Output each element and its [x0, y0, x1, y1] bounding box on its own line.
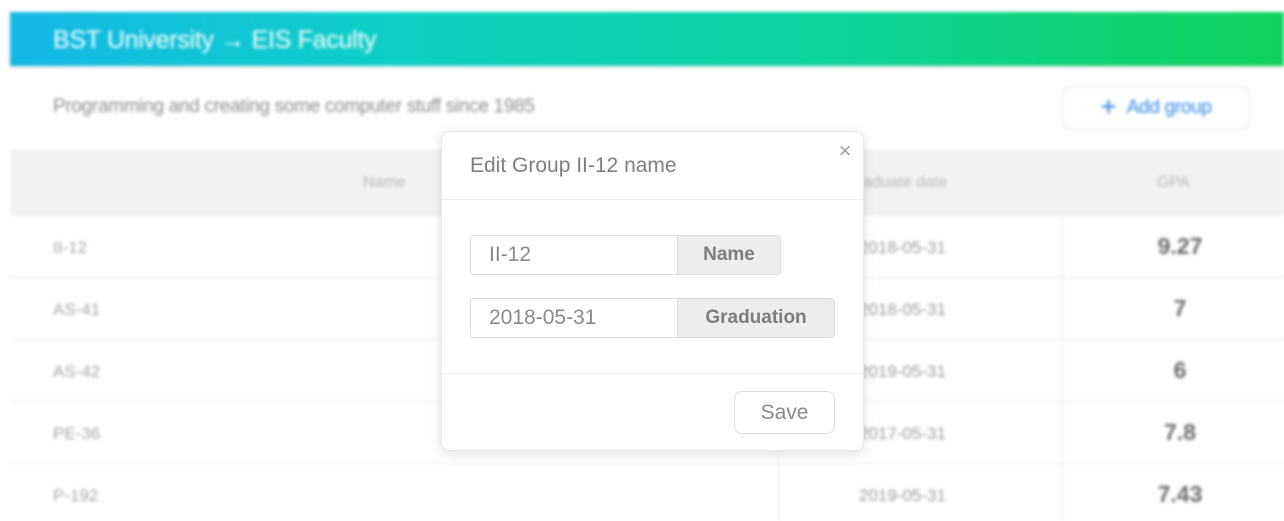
name-input-group: Name [470, 235, 781, 275]
graduation-date-input[interactable] [471, 299, 677, 337]
app-root: BST University → EIS Faculty Programming… [0, 0, 1284, 521]
column-divider [1062, 216, 1063, 521]
row-graduate-date: 2019-05-31 [859, 362, 946, 381]
edit-group-modal: Edit Group II-12 name × Name Graduation … [441, 131, 864, 451]
modal-footer-divider [442, 373, 863, 374]
graduation-addon-label: Graduation [677, 299, 834, 337]
header-title: BST University → EIS Faculty [53, 26, 377, 54]
table-row[interactable]: P-192 2019-05-31 7.43 [10, 464, 1284, 521]
row-gpa: 7 [1173, 295, 1187, 321]
add-group-button[interactable]: + Add group [1062, 86, 1250, 130]
save-button[interactable]: Save [734, 391, 835, 434]
row-gpa: 7.43 [1157, 481, 1203, 507]
close-icon[interactable]: × [834, 140, 856, 162]
app-header: BST University → EIS Faculty [10, 12, 1284, 66]
column-header-gpa[interactable]: GPA [1157, 174, 1190, 192]
row-name: AS-41 [53, 300, 101, 319]
modal-header-divider [442, 199, 863, 200]
plus-icon: + [1100, 90, 1117, 122]
row-graduate-date: 2019-05-31 [859, 486, 946, 505]
row-gpa: 7.8 [1164, 419, 1196, 445]
group-name-input[interactable] [471, 236, 677, 274]
row-gpa: 9.27 [1157, 233, 1203, 259]
name-addon-label: Name [677, 236, 780, 274]
row-name: P-192 [53, 486, 99, 505]
modal-title: Edit Group II-12 name [470, 154, 677, 177]
page-subtitle: Programming and creating some computer s… [53, 96, 535, 117]
row-name: PE-36 [53, 424, 101, 443]
graduation-input-group: Graduation [470, 298, 835, 338]
row-gpa: 6 [1173, 357, 1187, 383]
row-graduate-date: 2018-05-31 [859, 300, 946, 319]
add-group-label: Add group [1126, 97, 1212, 118]
row-name: AS-42 [53, 362, 101, 381]
row-name: II-12 [53, 238, 88, 257]
row-graduate-date: 2017-05-31 [859, 424, 946, 443]
column-header-name[interactable]: Name [363, 174, 406, 192]
row-graduate-date: 2018-05-31 [859, 238, 946, 257]
